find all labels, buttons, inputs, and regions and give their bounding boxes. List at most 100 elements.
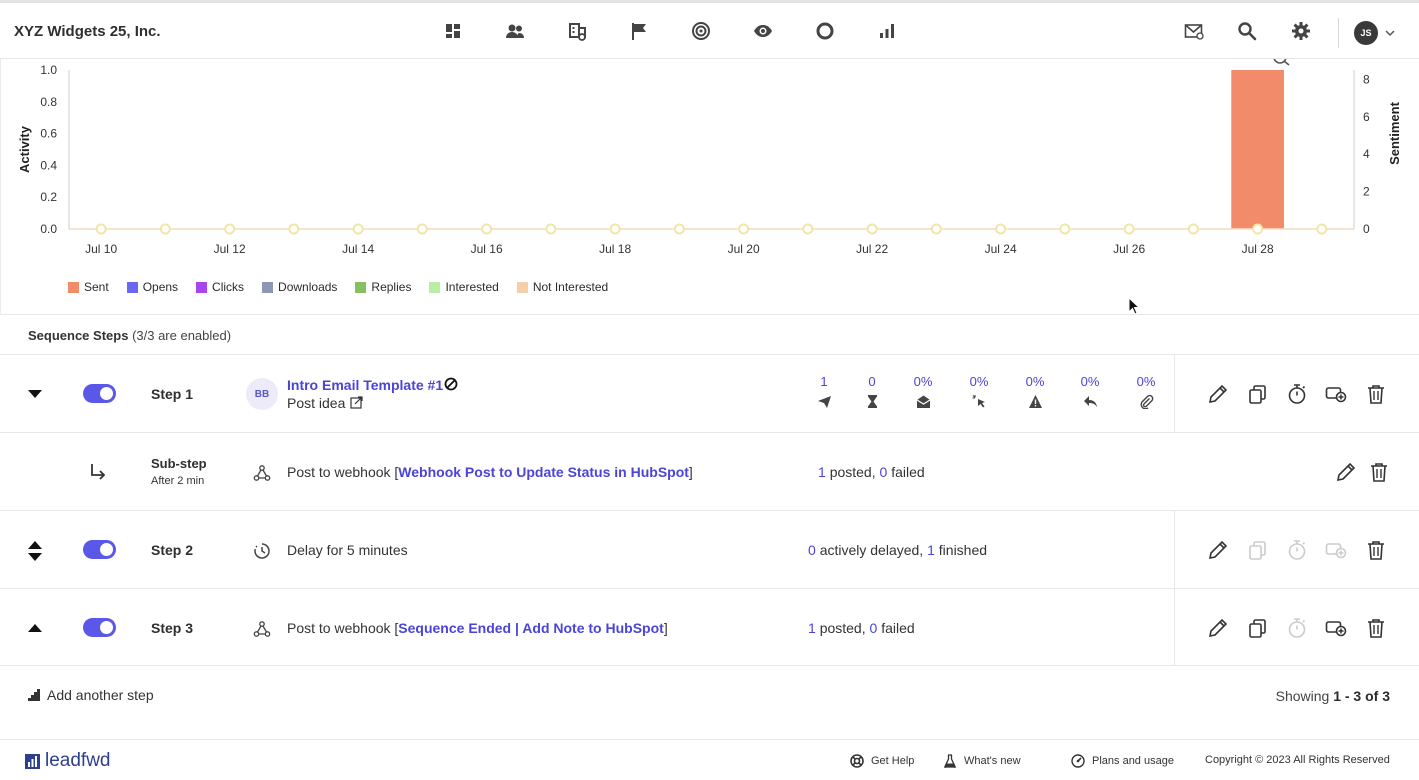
webhook-link[interactable]: Webhook Post to Update Status in HubSpot [398,464,689,480]
sentiment-point [930,223,942,235]
y-tick-label: 0.6 [40,127,57,141]
user-avatar[interactable]: JS [1354,21,1378,45]
step-3-toggle[interactable] [83,618,116,637]
legend-label: Clicks [212,280,245,294]
delete-step-button[interactable] [1365,539,1387,561]
add-substep-button[interactable] [1325,617,1347,639]
companies-icon[interactable] [565,18,591,44]
sentiment-point [545,223,557,235]
legend-item[interactable]: Clicks [196,280,244,294]
step-2-toggle[interactable] [83,540,116,559]
search-icon[interactable] [1234,18,1260,44]
sentiment-point [1252,223,1264,235]
posted-label: posted, [819,620,866,636]
step-1-toggle[interactable] [83,384,116,403]
reorder-icon[interactable] [27,540,43,562]
company-name: XYZ Widgets 25, Inc. [14,23,161,40]
edit-step-button[interactable] [1207,539,1229,561]
edit-step-button[interactable] [1207,383,1229,405]
add-step-button[interactable]: Add another step [28,687,154,703]
sequence-steps-header: Sequence Steps (3/3 are enabled) [28,328,231,343]
delay-clock-icon [254,543,270,559]
people-icon[interactable] [502,18,528,44]
y2-tick-label: 6 [1363,110,1370,124]
copy-icon [1249,619,1266,638]
dashboard-icon[interactable] [440,18,466,44]
circle-icon[interactable] [812,18,838,44]
bar-chart-icon[interactable] [874,18,900,44]
edit-substep-button[interactable] [1335,461,1357,483]
delete-step-button[interactable] [1365,383,1387,405]
external-link-icon[interactable] [350,396,363,409]
whats-new-link[interactable]: What's new [943,754,1021,768]
template-link[interactable]: Intro Email Template #1 [287,377,443,393]
mail-icon[interactable] [1181,18,1207,44]
legend-swatch [429,281,441,293]
pencil-icon [1208,384,1228,404]
metric-value: 0% [913,374,933,389]
legend-item[interactable]: Downloads [262,280,337,294]
edit-step-button[interactable] [1207,617,1229,639]
copyright: Copyright © 2023 All Rights Reserved [1205,754,1390,766]
row-divider [1174,511,1175,588]
attachment-icon [1140,394,1153,409]
x-tick-label: Jul 18 [599,242,631,256]
legend-item[interactable]: Opens [126,280,178,294]
x-tick-label: Jul 22 [856,242,888,256]
legend-item[interactable]: Interested [429,280,499,294]
x-tick-label: Jul 10 [85,242,117,256]
copy-icon [1249,385,1266,404]
duplicate-step-button [1247,539,1269,561]
substep-label: Sub-step [151,456,207,471]
y-axis-title: Activity [17,125,32,173]
failed-count[interactable]: 0 [870,620,878,636]
webhook-link[interactable]: Sequence Ended | Add Note to HubSpot [398,620,664,636]
duplicate-step-button[interactable] [1247,383,1269,405]
posted-count[interactable]: 1 [808,620,816,636]
caret-down-icon[interactable] [27,386,43,402]
y-tick-label: 1.0 [40,63,57,77]
delete-step-button[interactable] [1365,617,1387,639]
y-tick-label: 0.2 [40,190,57,204]
get-help-label: Get Help [871,755,915,767]
duplicate-step-button[interactable] [1247,617,1269,639]
add-substep-icon [1325,543,1347,559]
posted-count[interactable]: 1 [818,464,826,480]
add-substep-button[interactable] [1325,383,1347,405]
flag-icon[interactable] [626,18,652,44]
zoom-icon[interactable] [1273,59,1290,66]
substep-status: 1 posted, 0 failed [818,464,925,480]
y-tick-label: 0.0 [40,222,57,236]
open-envelope-icon [916,395,930,408]
legend-item[interactable]: Not Interested [516,280,608,294]
timer-step-button [1286,617,1308,639]
legend-item[interactable]: Replies [355,280,411,294]
trash-icon [1368,541,1384,560]
mouse-pointer-icon [1128,297,1140,315]
delete-substep-button[interactable] [1368,461,1390,483]
failed-count[interactable]: 0 [880,464,888,480]
leadfwd-logo[interactable]: leadfwd [25,750,111,772]
template-avatar: BB [246,378,278,410]
legend-item[interactable]: Sent [68,280,109,294]
eye-icon[interactable] [750,18,776,44]
gear-icon[interactable] [1288,18,1314,44]
delayed-count[interactable]: 0 [808,542,816,558]
timer-step-button[interactable] [1286,383,1308,405]
finished-count[interactable]: 1 [927,542,935,558]
sentiment-point [288,223,300,235]
caret-up-icon[interactable] [27,620,43,636]
get-help-link[interactable]: Get Help [850,754,914,768]
plans-usage-link[interactable]: Plans and usage [1071,754,1174,768]
chevron-down-icon[interactable] [1384,27,1396,39]
x-tick-label: Jul 26 [1113,242,1145,256]
send-icon [817,396,831,408]
target-icon[interactable] [688,18,714,44]
y2-tick-label: 2 [1363,185,1370,199]
reply-icon [1083,396,1097,407]
y2-tick-label: 8 [1363,72,1370,86]
failed-label: failed [881,620,915,636]
row-divider [1174,355,1175,432]
no-entry-icon [444,377,458,391]
sentiment-point [481,223,493,235]
